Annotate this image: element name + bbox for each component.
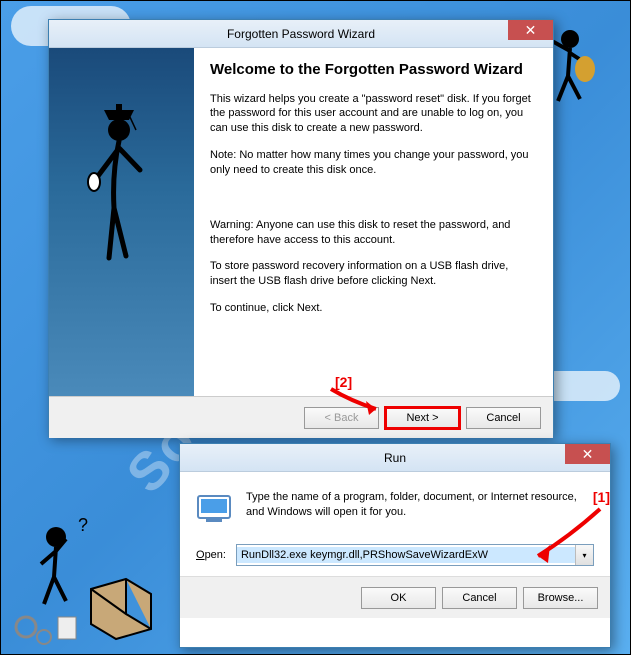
wizard-content: Welcome to the Forgotten Password Wizard… [194, 48, 553, 396]
cancel-button[interactable]: Cancel [466, 407, 541, 429]
browse-button[interactable]: Browse... [523, 587, 598, 609]
open-label: Open: [196, 549, 226, 561]
wizard-titlebar[interactable]: Forgotten Password Wizard ✕ [49, 20, 553, 48]
close-icon[interactable]: ✕ [565, 444, 610, 464]
wizard-heading: Welcome to the Forgotten Password Wizard [210, 60, 537, 80]
ok-button[interactable]: OK [361, 587, 436, 609]
next-button[interactable]: Next > [385, 407, 460, 429]
thinker-figure: ? [6, 509, 166, 649]
wizard-title: Forgotten Password Wizard [227, 27, 375, 41]
cancel-button[interactable]: Cancel [442, 587, 517, 609]
run-title: Run [384, 451, 406, 465]
chevron-down-icon[interactable]: ▾ [575, 545, 593, 565]
wizard-sidebar [49, 48, 194, 396]
run-description: Type the name of a program, folder, docu… [246, 490, 594, 526]
wizard-text: Warning: Anyone can use this disk to res… [210, 218, 537, 248]
wizard-text: To continue, click Next. [210, 301, 537, 316]
wizard-text: Note: No matter how many times you chang… [210, 148, 537, 178]
close-icon[interactable]: ✕ [508, 20, 553, 40]
open-combobox[interactable]: ▾ [236, 544, 594, 566]
run-footer: OK Cancel Browse... [180, 576, 610, 618]
back-button: < Back [304, 407, 379, 429]
run-titlebar[interactable]: Run ✕ [180, 444, 610, 472]
wizard-text: To store password recovery information o… [210, 259, 537, 289]
scholar-icon [74, 98, 164, 278]
wizard-text: This wizard helps you create a "password… [210, 92, 537, 137]
run-dialog: Run ✕ Type the name of a program, folder… [179, 443, 611, 648]
run-program-icon [196, 490, 232, 526]
svg-text:?: ? [78, 515, 88, 535]
open-input[interactable] [237, 547, 575, 563]
wizard-footer: < Back Next > Cancel [49, 396, 553, 438]
forgotten-password-wizard-dialog: Forgotten Password Wizard ✕ Welcome to t… [48, 19, 554, 437]
